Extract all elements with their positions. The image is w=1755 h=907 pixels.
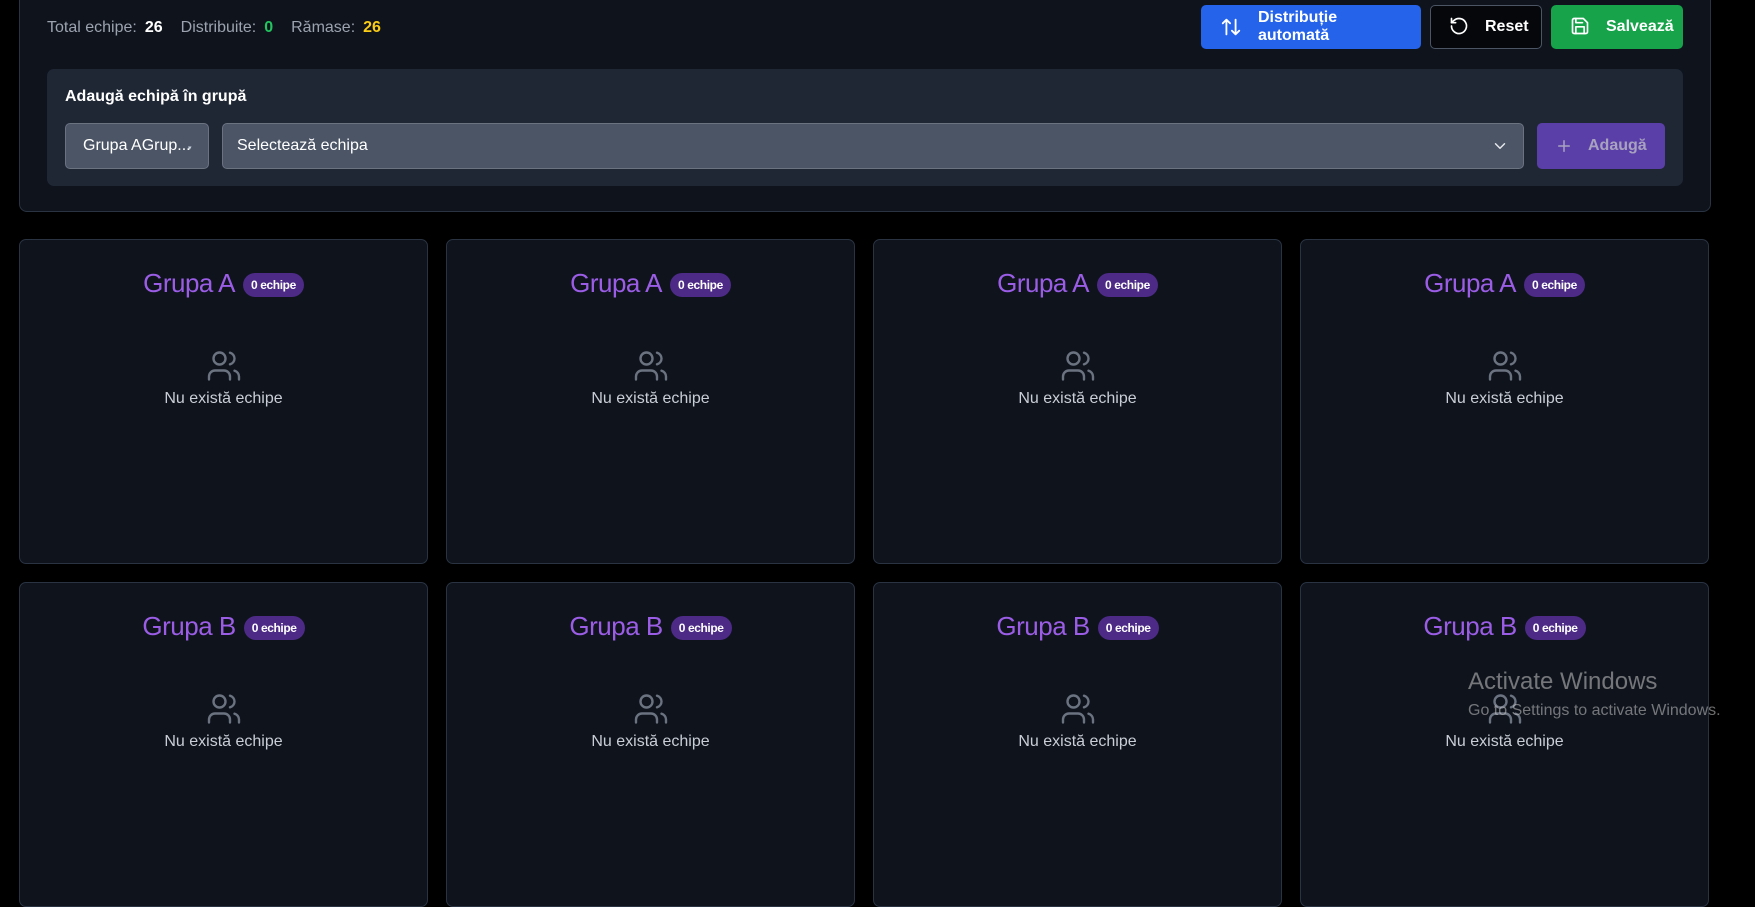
add-team-title: Adaugă echipă în grupă (65, 88, 247, 105)
group-card: Grupa B 0 echipe Nu există echipe (19, 582, 428, 907)
empty-state-text: Nu există echipe (1445, 733, 1564, 750)
plus-icon (1555, 137, 1573, 155)
group-card: Grupa A 0 echipe Nu există echipe (873, 239, 1282, 564)
chevron-down-icon: ▾ (188, 145, 192, 152)
stat-total-label: Total echipe: (47, 19, 137, 36)
empty-state: Nu există echipe (447, 348, 854, 408)
stat-remaining-value: 26 (363, 19, 381, 36)
add-button[interactable]: Adaugă (1537, 123, 1665, 169)
empty-state-text: Nu există echipe (1018, 733, 1137, 750)
add-label: Adaugă (1588, 137, 1647, 154)
action-buttons: Distribuție automată Reset Salvează (1201, 5, 1683, 49)
empty-state: Nu există echipe (20, 691, 427, 751)
team-count-badge: 0 echipe (670, 615, 732, 640)
stats-bar: Total echipe: 26 Distribuite: 0 Rămase: … (47, 19, 399, 37)
stat-remaining-label: Rămase: (291, 19, 356, 36)
empty-state-text: Nu există echipe (591, 733, 710, 750)
add-team-panel: Adaugă echipă în grupă Grupa AGrup... ▾ … (47, 69, 1683, 186)
group-title: Grupa B (569, 611, 663, 641)
empty-state-text: Nu există echipe (164, 733, 283, 750)
stat-distributed-label: Distribuite: (180, 19, 257, 36)
group-title: Grupa A (997, 268, 1090, 298)
stat-distributed: Distribuite: 0 (181, 19, 273, 37)
stat-remaining: Rămase: 26 (291, 19, 381, 37)
group-title: Grupa A (1424, 268, 1517, 298)
auto-distribute-label: Distribuție automată (1258, 9, 1338, 44)
team-count-badge: 0 echipe (1524, 615, 1586, 640)
empty-state: Nu există echipe (447, 691, 854, 751)
users-icon (206, 691, 242, 727)
arrows-up-down-icon (1220, 16, 1242, 38)
users-icon (633, 691, 669, 727)
team-count-badge: 0 echipe (243, 272, 304, 297)
reset-label: Reset (1485, 18, 1529, 35)
group-select-value: Grupa AGrup... (83, 137, 191, 154)
stat-total-value: 26 (144, 19, 163, 36)
group-title: Grupa A (143, 268, 236, 298)
group-card: Grupa B 0 echipe Nu există echipe (1300, 582, 1709, 907)
team-count-badge: 0 echipe (1097, 615, 1159, 640)
group-title: Grupa A (570, 268, 663, 298)
team-count-badge: 0 echipe (670, 272, 731, 297)
group-card: Grupa A 0 echipe Nu există echipe (446, 239, 855, 564)
team-count-badge: 0 echipe (1524, 272, 1585, 297)
users-icon (1060, 691, 1096, 727)
empty-state-text: Nu există echipe (1018, 390, 1137, 407)
reset-button[interactable]: Reset (1430, 5, 1542, 49)
users-icon (1487, 348, 1523, 384)
empty-state-text: Nu există echipe (1445, 390, 1564, 407)
users-icon (206, 348, 242, 384)
users-icon (1060, 348, 1096, 384)
group-title: Grupa B (996, 611, 1090, 641)
empty-state: Nu există echipe (20, 348, 427, 408)
empty-state: Nu există echipe (1301, 348, 1708, 408)
group-select[interactable]: Grupa AGrup... ▾ (65, 123, 209, 169)
stat-distributed-value: 0 (264, 19, 274, 36)
controls-panel: Total echipe: 26 Distribuite: 0 Rămase: … (19, 0, 1711, 212)
save-button[interactable]: Salvează (1551, 5, 1683, 49)
empty-state: Nu există echipe (874, 691, 1281, 751)
empty-state-text: Nu există echipe (591, 390, 710, 407)
empty-state: Nu există echipe (874, 348, 1281, 408)
groups-grid: Grupa A 0 echipe Nu există echipe Grupa … (19, 239, 1711, 907)
team-select-value: Selectează echipa (237, 137, 368, 154)
users-icon (633, 348, 669, 384)
stat-total: Total echipe: 26 (47, 19, 163, 37)
group-card: Grupa A 0 echipe Nu există echipe (1300, 239, 1709, 564)
chevron-down-icon (1491, 137, 1509, 155)
team-count-badge: 0 echipe (1097, 272, 1158, 297)
save-icon (1570, 16, 1590, 38)
users-icon (1487, 691, 1523, 727)
team-select[interactable]: Selectează echipa (222, 123, 1524, 169)
auto-distribute-button[interactable]: Distribuție automată (1201, 5, 1421, 49)
empty-state: Nu există echipe (1301, 691, 1708, 751)
group-card: Grupa B 0 echipe Nu există echipe (873, 582, 1282, 907)
empty-state-text: Nu există echipe (164, 390, 283, 407)
rotate-ccw-icon (1449, 16, 1469, 38)
save-label: Salvează (1606, 18, 1674, 35)
group-title: Grupa B (142, 611, 236, 641)
team-count-badge: 0 echipe (243, 615, 305, 640)
group-card: Grupa A 0 echipe Nu există echipe (19, 239, 428, 564)
group-card: Grupa B 0 echipe Nu există echipe (446, 582, 855, 907)
group-title: Grupa B (1423, 611, 1517, 641)
